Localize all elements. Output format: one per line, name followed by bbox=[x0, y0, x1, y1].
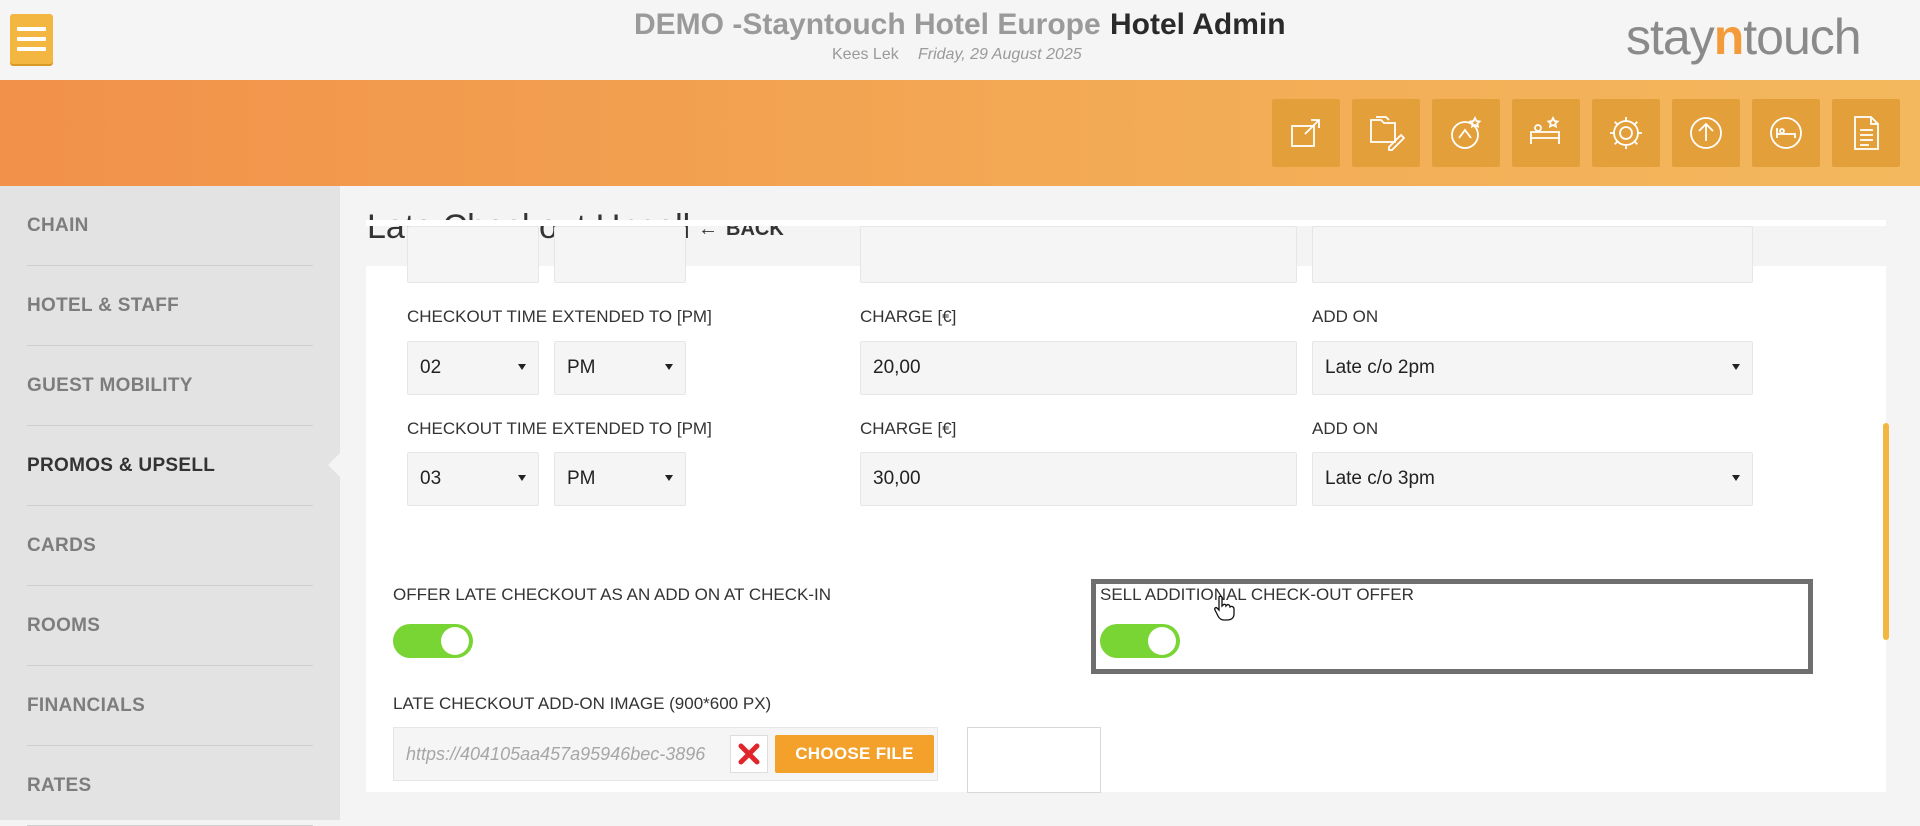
sidebar-item-label: ROOMS bbox=[27, 614, 101, 636]
sidebar-item-rooms[interactable]: ROOMS bbox=[27, 586, 313, 666]
sidebar: CHAIN HOTEL & STAFF GUEST MOBILITY PROMO… bbox=[0, 186, 340, 826]
sell-additional-offer-toggle[interactable] bbox=[1100, 624, 1180, 658]
bed-icon bbox=[1770, 117, 1802, 149]
folder-edit-icon bbox=[1370, 116, 1405, 151]
image-url-value: https://404105aa457a95946bec-3896 bbox=[406, 743, 706, 764]
charge-input[interactable]: 20,00 bbox=[860, 341, 1297, 395]
reports-button[interactable] bbox=[1832, 99, 1900, 167]
toolbar bbox=[1272, 99, 1900, 167]
charge-label: CHARGE [€] bbox=[860, 307, 957, 326]
image-preview bbox=[967, 727, 1101, 793]
caret-down-icon bbox=[1732, 475, 1740, 481]
caret-down-icon bbox=[665, 475, 673, 481]
business-date: Friday, 29 August 2025 bbox=[918, 46, 1082, 63]
upsell-star-icon bbox=[1451, 115, 1482, 149]
app-name: Hotel Admin bbox=[1110, 8, 1286, 41]
upsell-button[interactable] bbox=[1432, 99, 1500, 167]
stayntouch-logo: stayntouch bbox=[1626, 8, 1862, 66]
checkout-time-label: CHECKOUT TIME EXTENDED TO [PM] bbox=[407, 419, 712, 438]
top-header: DEMO -Stayntouch Hotel Europe Hotel Admi… bbox=[0, 0, 1920, 80]
hamburger-line bbox=[17, 37, 46, 41]
logo-text-touch: touch bbox=[1743, 9, 1861, 65]
checkout-time-label: CHECKOUT TIME EXTENDED TO [PM] bbox=[407, 307, 712, 326]
offer-late-checkout-label: OFFER LATE CHECKOUT AS AN ADD ON AT CHEC… bbox=[393, 585, 831, 604]
ampm-value: PM bbox=[567, 357, 596, 378]
card-top-edge bbox=[366, 220, 1886, 226]
scrollbar[interactable] bbox=[1883, 423, 1889, 640]
gear-icon bbox=[1610, 117, 1642, 149]
sidebar-item-chain[interactable]: CHAIN bbox=[27, 186, 313, 266]
toggle-knob bbox=[1148, 627, 1176, 655]
sidebar-item-label: FINANCIALS bbox=[27, 694, 146, 716]
hamburger-line bbox=[17, 27, 46, 31]
addon-select-partial[interactable] bbox=[1312, 226, 1753, 283]
hour-value: 03 bbox=[420, 468, 442, 489]
sidebar-item-label: HOTEL & STAFF bbox=[27, 294, 180, 316]
hotel-name: DEMO -Stayntouch Hotel Europe bbox=[634, 8, 1101, 41]
sidebar-item-cards[interactable]: CARDS bbox=[27, 506, 313, 586]
sidebar-item-label: GUEST MOBILITY bbox=[27, 374, 193, 396]
add-on-select[interactable]: Late c/o 3pm bbox=[1312, 452, 1753, 506]
offer-late-checkout-toggle[interactable] bbox=[393, 624, 473, 658]
upload-icon bbox=[1690, 117, 1722, 149]
rooms-button[interactable] bbox=[1752, 99, 1820, 167]
document-icon bbox=[1854, 116, 1879, 150]
addon-image-label: LATE CHECKOUT ADD-ON IMAGE (900*600 PX) bbox=[393, 694, 772, 713]
add-on-label: ADD ON bbox=[1312, 307, 1379, 326]
settings-button[interactable] bbox=[1592, 99, 1660, 167]
hamburger-menu-button[interactable] bbox=[10, 14, 53, 64]
hour-select[interactable]: 03 bbox=[407, 452, 539, 506]
sidebar-item-label: RATES bbox=[27, 774, 92, 796]
folder-edit-button[interactable] bbox=[1352, 99, 1420, 167]
user-name: Kees Lek bbox=[832, 46, 899, 63]
sell-additional-offer-label: SELL ADDITIONAL CHECK-OUT OFFER bbox=[1100, 585, 1414, 604]
close-icon bbox=[738, 743, 760, 765]
add-on-select[interactable]: Late c/o 2pm bbox=[1312, 341, 1753, 395]
caret-down-icon bbox=[518, 475, 526, 481]
sidebar-item-promos-upsell[interactable]: PROMOS & UPSELL bbox=[27, 426, 313, 506]
ampm-select-partial[interactable] bbox=[554, 226, 686, 283]
caret-down-icon bbox=[1732, 364, 1740, 370]
ampm-select[interactable]: PM bbox=[554, 452, 686, 506]
add-on-value: Late c/o 3pm bbox=[1325, 468, 1435, 489]
hour-value: 02 bbox=[420, 357, 442, 378]
charge-input[interactable]: 30,00 bbox=[860, 452, 1297, 506]
charge-value: 30,00 bbox=[873, 468, 921, 489]
sidebar-item-label: CARDS bbox=[27, 534, 97, 556]
charge-value: 20,00 bbox=[873, 357, 921, 378]
caret-down-icon bbox=[518, 364, 526, 370]
header-band bbox=[0, 80, 1920, 186]
hamburger-line bbox=[17, 47, 46, 51]
charge-input-partial[interactable] bbox=[860, 226, 1297, 283]
sidebar-item-financials[interactable]: FINANCIALS bbox=[27, 666, 313, 746]
hour-select-partial[interactable] bbox=[407, 226, 539, 283]
clear-image-button[interactable] bbox=[730, 735, 768, 773]
choose-file-button[interactable]: CHOOSE FILE bbox=[775, 735, 934, 773]
hand-cursor-icon bbox=[1214, 595, 1235, 621]
caret-down-icon bbox=[665, 364, 673, 370]
external-link-button[interactable] bbox=[1272, 99, 1340, 167]
logo-text-stay: stay bbox=[1626, 9, 1715, 65]
housekeeping-button[interactable] bbox=[1512, 99, 1580, 167]
add-on-value: Late c/o 2pm bbox=[1325, 357, 1435, 378]
hour-select[interactable]: 02 bbox=[407, 341, 539, 395]
logo-text-n: n bbox=[1713, 9, 1745, 65]
toggle-knob bbox=[441, 627, 469, 655]
sidebar-item-label: CHAIN bbox=[27, 214, 89, 236]
charge-label: CHARGE [€] bbox=[860, 419, 957, 438]
ampm-select[interactable]: PM bbox=[554, 341, 686, 395]
sidebar-item-label: PROMOS & UPSELL bbox=[27, 454, 216, 476]
housekeeping-icon bbox=[1530, 115, 1560, 144]
sidebar-item-rates[interactable]: RATES bbox=[27, 746, 313, 826]
sidebar-item-hotel-staff[interactable]: HOTEL & STAFF bbox=[27, 266, 313, 346]
upload-button[interactable] bbox=[1672, 99, 1740, 167]
ampm-value: PM bbox=[567, 468, 596, 489]
sidebar-item-guest-mobility[interactable]: GUEST MOBILITY bbox=[27, 346, 313, 426]
external-link-icon bbox=[1291, 119, 1320, 147]
add-on-label: ADD ON bbox=[1312, 419, 1379, 438]
